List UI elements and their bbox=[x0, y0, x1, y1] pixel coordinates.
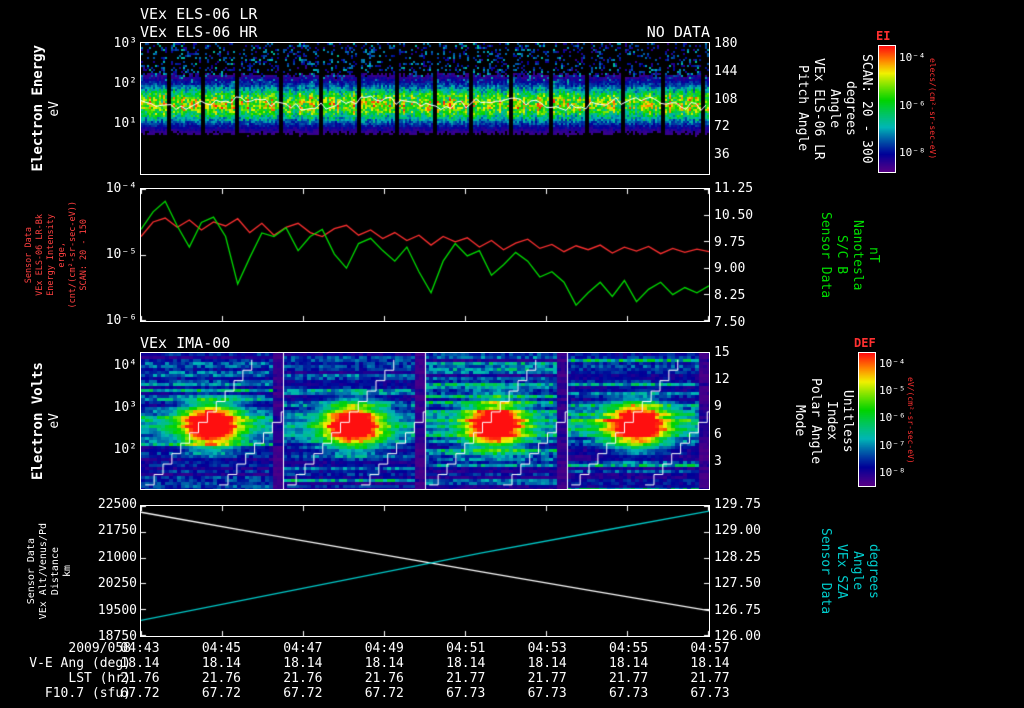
y-tick-label: 10³ bbox=[113, 400, 137, 415]
colorbar-tick-label: 10⁻⁵ bbox=[879, 384, 906, 397]
y-tick-label-right: 108 bbox=[714, 92, 738, 107]
time-tick-label: 04:55 bbox=[609, 641, 649, 656]
row-value: 67.73 bbox=[690, 686, 730, 701]
y-tick-label-right: 12 bbox=[714, 372, 730, 387]
y-tick-label: 21000 bbox=[97, 550, 137, 565]
y-tick-label-right: 36 bbox=[714, 147, 730, 162]
y-tick-label: 10³ bbox=[113, 36, 137, 51]
y-tick-label-right: 3 bbox=[714, 454, 722, 469]
y-tick-label: 20250 bbox=[97, 576, 137, 591]
time-tick-label: 04:45 bbox=[201, 641, 241, 656]
time-tick-label: 04:43 bbox=[120, 641, 160, 656]
y-tick-label-right: 126.75 bbox=[714, 603, 761, 618]
row-value: 67.73 bbox=[527, 686, 567, 701]
row-value: 67.73 bbox=[609, 686, 649, 701]
row-value: 67.72 bbox=[364, 686, 404, 701]
row-value: 67.72 bbox=[120, 686, 160, 701]
y-tick-label: 10² bbox=[113, 76, 137, 91]
row-value: 21.76 bbox=[120, 671, 160, 686]
row-value: 21.76 bbox=[201, 671, 241, 686]
time-tick-label: 04:47 bbox=[283, 641, 323, 656]
row-label: LST (hr) bbox=[68, 671, 131, 686]
row-value: 18.14 bbox=[120, 656, 160, 671]
y-tick-label-right: 9.00 bbox=[714, 261, 746, 276]
row-value: 21.77 bbox=[446, 671, 486, 686]
colorbar-tick-label: 10⁻⁴ bbox=[899, 51, 926, 64]
colorbar-tick-label: 10⁻⁶ bbox=[879, 411, 906, 424]
axis-labels-layer: 10³ 10² 10¹ 10⁻⁴ 10⁻⁵ 10⁻⁶ 10⁴ 10³ 10² 22500 21750… bbox=[0, 0, 1024, 708]
y-tick-label: 10¹ bbox=[113, 116, 137, 131]
y-tick-label-right: 9 bbox=[714, 399, 722, 414]
y-tick-label-right: 127.50 bbox=[714, 576, 761, 591]
row-value: 21.77 bbox=[690, 671, 730, 686]
row-value: 21.77 bbox=[527, 671, 567, 686]
colorbar-tick-label: 10⁻⁷ bbox=[879, 439, 906, 452]
time-tick-label: 04:49 bbox=[364, 641, 404, 656]
row-value: 18.14 bbox=[609, 656, 649, 671]
vex-orbit-data-display: VEx ELS-06 LR VEx ELS-06 HR NO DATA VEx … bbox=[0, 0, 1024, 708]
y-tick-label-right: 144 bbox=[714, 64, 738, 79]
y-tick-label-right: 11.25 bbox=[714, 181, 754, 196]
y-tick-label: 19500 bbox=[97, 603, 137, 618]
time-tick-label: 04:51 bbox=[446, 641, 486, 656]
time-tick-label: 04:53 bbox=[527, 641, 567, 656]
row-label: F10.7 (sfu) bbox=[44, 686, 131, 701]
colorbar-tick-label: 10⁻⁸ bbox=[899, 146, 926, 159]
row-value: 21.77 bbox=[609, 671, 649, 686]
row-value: 21.76 bbox=[364, 671, 404, 686]
colorbar-tick-label: 10⁻⁴ bbox=[879, 357, 906, 370]
row-value: 18.14 bbox=[446, 656, 486, 671]
y-tick-label: 10⁻⁴ bbox=[105, 181, 137, 196]
row-value: 18.14 bbox=[690, 656, 730, 671]
row-value: 67.73 bbox=[446, 686, 486, 701]
row-value: 18.14 bbox=[283, 656, 323, 671]
y-tick-label-right: 9.75 bbox=[714, 235, 746, 250]
y-tick-label-right: 10.50 bbox=[714, 208, 754, 223]
y-tick-label-right: 129.75 bbox=[714, 497, 761, 512]
y-tick-label-right: 15 bbox=[714, 345, 730, 360]
row-value: 18.14 bbox=[364, 656, 404, 671]
y-tick-label-right: 6 bbox=[714, 427, 722, 442]
colorbar-tick-label: 10⁻⁶ bbox=[899, 99, 926, 112]
y-tick-label-right: 72 bbox=[714, 119, 730, 134]
y-tick-label: 10⁴ bbox=[113, 358, 137, 373]
row-value: 67.72 bbox=[201, 686, 241, 701]
y-tick-label-right: 180 bbox=[714, 36, 738, 51]
y-tick-label-right: 8.25 bbox=[714, 288, 746, 303]
y-tick-label-right: 7.50 bbox=[714, 315, 746, 330]
y-tick-label: 22500 bbox=[97, 497, 137, 512]
row-value: 21.76 bbox=[283, 671, 323, 686]
y-tick-label: 10² bbox=[113, 442, 137, 457]
time-tick-label: 04:57 bbox=[690, 641, 730, 656]
y-tick-label: 10⁻⁶ bbox=[105, 313, 137, 328]
row-value: 67.72 bbox=[283, 686, 323, 701]
row-value: 18.14 bbox=[527, 656, 567, 671]
row-label: V-E Ang (deg) bbox=[29, 656, 131, 671]
date-label: 2009/058 bbox=[68, 641, 131, 656]
row-value: 18.14 bbox=[201, 656, 241, 671]
y-tick-label: 21750 bbox=[97, 523, 137, 538]
colorbar-tick-label: 10⁻⁸ bbox=[879, 466, 906, 479]
y-tick-label: 10⁻⁵ bbox=[105, 247, 137, 262]
y-tick-label-right: 128.25 bbox=[714, 550, 761, 565]
y-tick-label-right: 129.00 bbox=[714, 523, 761, 538]
